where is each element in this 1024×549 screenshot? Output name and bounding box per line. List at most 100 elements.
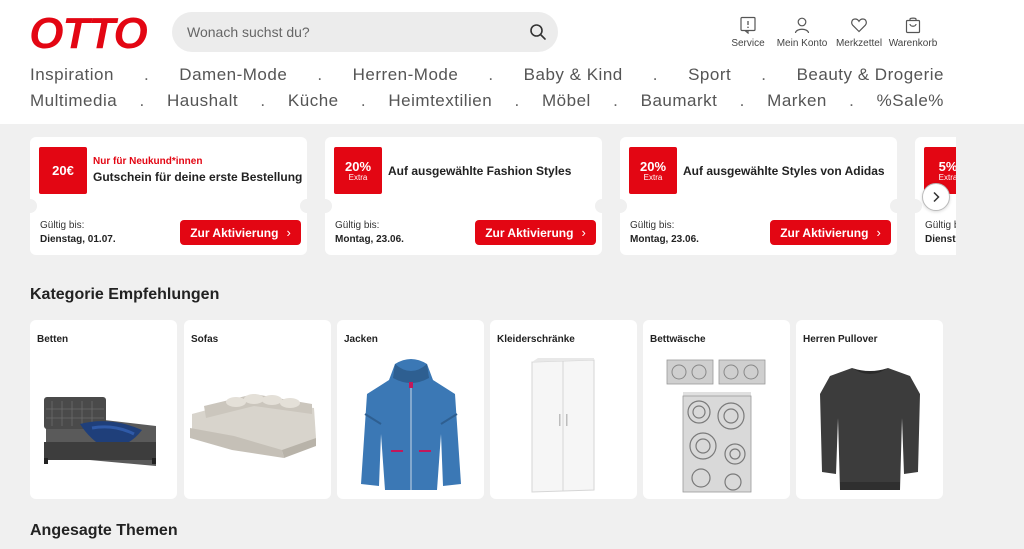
sweater-image	[820, 368, 920, 490]
activate-coupon-button[interactable]: Zur Aktivierung ›	[475, 220, 596, 245]
valid-label: Gültig bis:	[335, 220, 380, 231]
nav-sport[interactable]: Sport	[688, 65, 731, 85]
valid-date: Montag, 23.06.	[630, 234, 699, 245]
heart-icon	[851, 18, 867, 33]
account-link[interactable]: Mein Konto	[774, 16, 830, 49]
category-label: Sofas	[191, 334, 219, 345]
badge-value: 20€	[52, 163, 74, 178]
nav-separator: .	[761, 65, 767, 84]
category-card-jacken[interactable]: Jacken	[337, 320, 484, 499]
category-card-herren-pullover[interactable]: Herren Pullover	[796, 320, 943, 499]
logo-text: OTTO	[29, 10, 147, 54]
header: OTTO Service Mein Konto	[0, 0, 1024, 124]
nav-separator: .	[144, 65, 150, 84]
nav-separator: .	[139, 91, 145, 110]
category-card-betten[interactable]: Betten	[30, 320, 177, 499]
cart-link[interactable]: Warenkorb	[886, 16, 940, 49]
nav-inspiration[interactable]: Inspiration	[30, 65, 114, 85]
sofa-image	[190, 394, 316, 458]
nav-multimedia[interactable]: Multimedia	[30, 91, 117, 111]
chevron-right-icon: ›	[876, 225, 881, 240]
chevron-right-icon: ›	[286, 225, 291, 240]
section-title-trending: Angesagte Themen	[30, 522, 178, 539]
activate-label: Zur Aktivierung	[190, 225, 279, 240]
category-label: Betten	[37, 334, 69, 345]
nav-damen-mode[interactable]: Damen-Mode	[179, 65, 287, 85]
account-label: Mein Konto	[776, 38, 828, 49]
coupon-carousel: 20€ Nur für Neukund*innen Gutschein für …	[30, 137, 956, 255]
nav-baumarkt[interactable]: Baumarkt	[641, 91, 718, 111]
category-nav-row-2: Multimedia . Haushalt . Küche . Heimtext…	[30, 91, 944, 111]
nav-separator: .	[613, 91, 619, 110]
boxspring-bed-image	[44, 397, 156, 466]
user-icon	[794, 17, 810, 34]
badge-value: 20%	[344, 158, 372, 174]
wishlist-label: Merkzettel	[835, 38, 883, 49]
nav-separator: .	[260, 91, 266, 110]
coupon-title: Gutschein für deine erste Bestellung	[93, 170, 303, 184]
nav-separator: .	[488, 65, 494, 84]
coupon-card: 20% Extra Auf ausgewählte Fashion Styles…	[318, 137, 609, 255]
coupon-eyebrow: Nur für Neukund*innen	[93, 156, 203, 167]
nav-marken[interactable]: Marken	[767, 91, 827, 111]
jacket-image	[361, 359, 461, 490]
badge-sub: Extra	[348, 172, 368, 182]
activate-coupon-button[interactable]: Zur Aktivierung ›	[770, 220, 891, 245]
badge-value: 20%	[639, 158, 667, 174]
category-label: Herren Pullover	[803, 334, 878, 345]
nav-separator: .	[317, 65, 323, 84]
category-nav-row-1: Inspiration . Damen-Mode . Herren-Mode .…	[30, 65, 944, 85]
cart-label: Warenkorb	[888, 38, 938, 49]
nav-haushalt[interactable]: Haushalt	[167, 91, 238, 111]
coupon-card: 20€ Nur für Neukund*innen Gutschein für …	[30, 137, 314, 255]
badge-sub: Extra	[643, 172, 663, 182]
service-label: Service	[731, 38, 765, 49]
category-card-sofas[interactable]: Sofas	[184, 320, 331, 499]
category-label: Bettwäsche	[650, 334, 706, 345]
search-button[interactable]	[528, 22, 548, 42]
wardrobe-image	[531, 358, 595, 493]
carousel-next-button[interactable]	[922, 183, 950, 211]
nav-herren-mode[interactable]: Herren-Mode	[353, 65, 459, 85]
nav-moebel[interactable]: Möbel	[542, 91, 591, 111]
bedding-image	[666, 359, 766, 493]
valid-date: Dienst	[925, 234, 956, 245]
coupon-card: 20% Extra Auf ausgewählte Styles von Adi…	[613, 137, 904, 255]
valid-label: Gültig b	[925, 220, 956, 231]
search-icon	[530, 24, 546, 40]
bag-icon	[905, 17, 921, 34]
coupon-title: Auf ausgewählte Fashion Styles	[388, 164, 572, 178]
category-card-kleiderschraenke[interactable]: Kleiderschränke	[490, 320, 637, 499]
coupon-badge: 20% Extra	[334, 147, 382, 194]
nav-separator: .	[652, 65, 659, 84]
service-icon	[740, 16, 756, 34]
activate-label: Zur Aktivierung	[780, 225, 869, 240]
section-title-categories: Kategorie Empfehlungen	[30, 286, 220, 303]
valid-date: Montag, 23.06.	[335, 234, 404, 245]
chevron-right-icon: ›	[581, 225, 586, 240]
category-label: Jacken	[344, 334, 378, 345]
activate-coupon-button[interactable]: Zur Aktivierung ›	[180, 220, 301, 245]
otto-logo[interactable]: OTTO	[29, 10, 147, 54]
search-bar	[172, 12, 558, 52]
search-input[interactable]	[172, 12, 512, 52]
nav-sale[interactable]: %Sale%	[877, 91, 944, 111]
valid-date: Dienstag, 01.07.	[40, 234, 116, 245]
badge-sub: Extra	[938, 172, 956, 182]
nav-separator: .	[360, 91, 367, 110]
badge-value: 5%	[938, 158, 956, 174]
wishlist-link[interactable]: Merkzettel	[832, 16, 886, 49]
coupon-badge: 20% Extra	[629, 147, 677, 194]
nav-baby-kind[interactable]: Baby & Kind	[524, 65, 623, 85]
nav-separator: .	[514, 91, 520, 110]
nav-separator: .	[849, 91, 855, 110]
coupon-title: Auf ausgewählte Styles von Adidas	[683, 164, 885, 178]
service-link[interactable]: Service	[728, 16, 768, 49]
service-nav: Service Mein Konto Merkzettel Warenkorb	[728, 16, 940, 49]
activate-label: Zur Aktivierung	[485, 225, 574, 240]
nav-beauty-drogerie[interactable]: Beauty & Drogerie	[797, 65, 944, 85]
valid-label: Gültig bis:	[40, 220, 85, 231]
category-card-bettwaesche[interactable]: Bettwäsche	[643, 320, 790, 499]
nav-heimtextilien[interactable]: Heimtextilien	[388, 91, 492, 111]
nav-kueche[interactable]: Küche	[288, 91, 339, 111]
